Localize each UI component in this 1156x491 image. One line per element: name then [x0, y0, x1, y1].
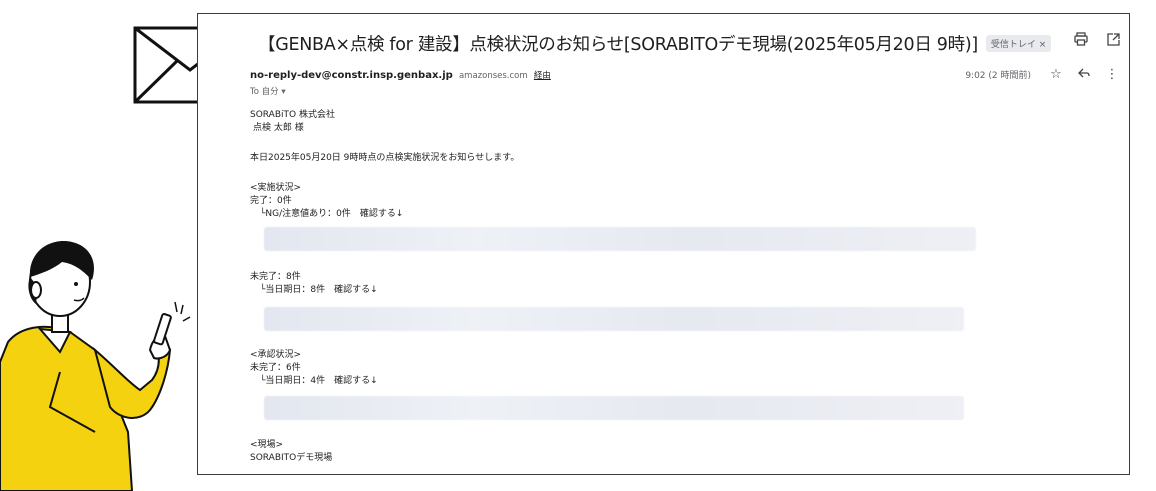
more-vert-icon[interactable]: ⋮ [1105, 67, 1119, 82]
site-name: SORABITOデモ現場 [250, 453, 333, 463]
message-meta: 9:02 (2 時間前) ☆ ⋮ [965, 67, 1119, 82]
timestamp: 9:02 (2 時間前) [965, 71, 1031, 81]
email-subject: 【GENBA×点検 for 建設】点検状況のお知らせ[SORABITOデモ現場(… [258, 34, 978, 55]
completed-count: 完了：0件 [250, 196, 292, 206]
body-intro: 本日2025年05月20日 9時時点の点検実施状況をお知らせします。 [250, 153, 520, 163]
email-window: 【GENBA×点検 for 建設】点検状況のお知らせ[SORABITOデモ現場(… [197, 13, 1130, 475]
sender-email[interactable]: no-reply-dev@constr.insp.genbax.jp [250, 70, 453, 81]
redacted-link-2 [264, 307, 964, 331]
to-line[interactable]: To 自分 ▾ [250, 85, 286, 97]
due-today-line-2[interactable]: └当日期日：4件 確認する↓ [260, 375, 378, 388]
person-with-phone-illustration [0, 241, 191, 491]
section-header-approval: <承認状況> [250, 350, 302, 360]
print-icon[interactable] [1073, 32, 1089, 50]
site-header: <現場> [250, 440, 284, 450]
section-header-status: <実施状況> [250, 183, 302, 193]
ng-count-line[interactable]: └NG/注意値あり：0件 確認する↓ [260, 208, 403, 221]
incomplete-count: 未完了：8件 [250, 272, 301, 282]
sender-domain: amazonses.com [458, 71, 528, 81]
redacted-link-3 [264, 396, 964, 420]
due-today-line-1[interactable]: └当日期日：8件 確認する↓ [260, 284, 378, 297]
via-link[interactable]: 経由 [534, 71, 551, 81]
star-icon[interactable]: ☆ [1049, 67, 1063, 82]
top-actions [1073, 32, 1121, 50]
open-in-new-icon[interactable] [1105, 32, 1121, 50]
body-company: SORABiTO 株式会社 [250, 110, 335, 120]
body-recipient: 点検 太郎 様 [253, 123, 304, 133]
subject-row: 【GENBA×点検 for 建設】点検状況のお知らせ[SORABITOデモ現場(… [258, 28, 1052, 58]
approval-incomplete-count: 未完了：6件 [250, 363, 301, 373]
redacted-link-1 [264, 227, 976, 251]
inbox-label-chip[interactable]: 受信トレイ × [985, 34, 1052, 52]
reply-icon[interactable] [1077, 67, 1091, 82]
sender-row: no-reply-dev@constr.insp.genbax.jp amazo… [250, 69, 551, 81]
